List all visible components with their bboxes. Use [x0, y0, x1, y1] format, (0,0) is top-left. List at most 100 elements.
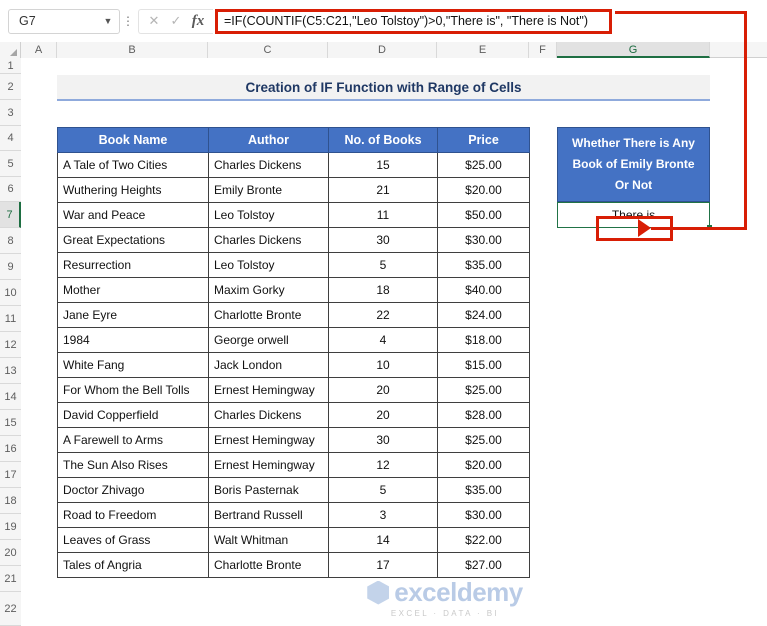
table-cell[interactable]: 12 [328, 452, 438, 478]
table-cell[interactable]: 30 [328, 427, 438, 453]
table-cell[interactable]: Leo Tolstoy [208, 252, 329, 278]
table-cell[interactable]: Wuthering Heights [57, 177, 209, 203]
row-header-18[interactable]: 18 [0, 488, 21, 514]
row-header-5[interactable]: 5 [0, 151, 21, 177]
table-cell[interactable]: $35.00 [437, 477, 530, 503]
cancel-icon[interactable]: ✕ [143, 13, 165, 29]
table-cell[interactable]: 10 [328, 352, 438, 378]
table-cell[interactable]: For Whom the Bell Tolls [57, 377, 209, 403]
row-header-22[interactable]: 22 [0, 592, 21, 626]
formula-input[interactable]: =IF(COUNTIF(C5:C21,"Leo Tolstoy")>0,"The… [215, 8, 612, 34]
row-header-20[interactable]: 20 [0, 540, 21, 566]
table-cell[interactable]: War and Peace [57, 202, 209, 228]
table-cell[interactable]: $35.00 [437, 252, 530, 278]
column-header-a[interactable]: A [21, 42, 57, 58]
table-cell[interactable]: Maxim Gorky [208, 277, 329, 303]
table-cell[interactable]: Ernest Hemingway [208, 427, 329, 453]
table-cell[interactable]: David Copperfield [57, 402, 209, 428]
table-cell[interactable]: $22.00 [437, 527, 530, 553]
table-cell[interactable]: $28.00 [437, 402, 530, 428]
table-cell[interactable]: $20.00 [437, 452, 530, 478]
name-box[interactable]: G7 ▼ [8, 8, 120, 34]
row-header-2[interactable]: 2 [0, 74, 21, 100]
chevron-down-icon[interactable]: ▼ [97, 16, 119, 26]
table-cell[interactable]: $30.00 [437, 227, 530, 253]
table-cell[interactable]: $18.00 [437, 327, 530, 353]
table-cell[interactable]: 21 [328, 177, 438, 203]
table-cell[interactable]: $25.00 [437, 377, 530, 403]
table-cell[interactable]: $24.00 [437, 302, 530, 328]
table-cell[interactable]: White Fang [57, 352, 209, 378]
row-header-10[interactable]: 10 [0, 280, 21, 306]
insert-function-icon[interactable]: fx [187, 13, 209, 30]
table-cell[interactable]: Bertrand Russell [208, 502, 329, 528]
table-cell[interactable]: 15 [328, 152, 438, 178]
table-cell[interactable]: $15.00 [437, 352, 530, 378]
table-cell[interactable]: 18 [328, 277, 438, 303]
row-header-9[interactable]: 9 [0, 254, 21, 280]
column-header-g[interactable]: G [557, 42, 710, 58]
column-header-e[interactable]: E [437, 42, 529, 58]
column-header-d[interactable]: D [328, 42, 437, 58]
table-cell[interactable]: $50.00 [437, 202, 530, 228]
table-cell[interactable]: Jane Eyre [57, 302, 209, 328]
row-header-6[interactable]: 6 [0, 177, 21, 202]
row-header-8[interactable]: 8 [0, 228, 21, 254]
table-cell[interactable]: 20 [328, 402, 438, 428]
table-cell[interactable]: 3 [328, 502, 438, 528]
row-header-4[interactable]: 4 [0, 126, 21, 151]
table-cell[interactable]: Ernest Hemingway [208, 377, 329, 403]
table-cell[interactable]: 5 [328, 477, 438, 503]
row-header-3[interactable]: 3 [0, 100, 21, 126]
row-header-13[interactable]: 13 [0, 358, 21, 384]
row-header-21[interactable]: 21 [0, 566, 21, 592]
table-cell[interactable]: $20.00 [437, 177, 530, 203]
table-cell[interactable]: Charlotte Bronte [208, 552, 329, 578]
row-header-12[interactable]: 12 [0, 332, 21, 358]
table-cell[interactable]: A Tale of Two Cities [57, 152, 209, 178]
table-cell[interactable]: $25.00 [437, 427, 530, 453]
table-cell[interactable]: Walt Whitman [208, 527, 329, 553]
table-cell[interactable]: Road to Freedom [57, 502, 209, 528]
table-cell[interactable]: 14 [328, 527, 438, 553]
row-header-16[interactable]: 16 [0, 436, 21, 462]
confirm-check-icon[interactable]: ✓ [165, 13, 187, 29]
table-cell[interactable]: Boris Pasternak [208, 477, 329, 503]
table-cell[interactable]: Mother [57, 277, 209, 303]
table-cell[interactable]: Resurrection [57, 252, 209, 278]
table-cell[interactable]: $27.00 [437, 552, 530, 578]
row-header-14[interactable]: 14 [0, 384, 21, 410]
table-cell[interactable]: $25.00 [437, 152, 530, 178]
column-header-c[interactable]: C [208, 42, 328, 58]
table-cell[interactable]: Doctor Zhivago [57, 477, 209, 503]
table-cell[interactable]: Charles Dickens [208, 152, 329, 178]
table-cell[interactable]: Leaves of Grass [57, 527, 209, 553]
column-header-f[interactable]: F [529, 42, 557, 58]
row-header-7[interactable]: 7 [0, 202, 21, 228]
table-cell[interactable]: $30.00 [437, 502, 530, 528]
row-header-17[interactable]: 17 [0, 462, 21, 488]
table-cell[interactable]: A Farewell to Arms [57, 427, 209, 453]
table-cell[interactable]: Ernest Hemingway [208, 452, 329, 478]
table-cell[interactable]: 4 [328, 327, 438, 353]
select-all-corner[interactable] [0, 42, 21, 58]
table-cell[interactable]: Charles Dickens [208, 227, 329, 253]
row-header-1[interactable]: 1 [0, 58, 21, 74]
table-cell[interactable]: 30 [328, 227, 438, 253]
table-cell[interactable]: The Sun Also Rises [57, 452, 209, 478]
table-cell[interactable]: 11 [328, 202, 438, 228]
table-cell[interactable]: $40.00 [437, 277, 530, 303]
table-cell[interactable]: Jack London [208, 352, 329, 378]
table-cell[interactable]: Great Expectations [57, 227, 209, 253]
table-cell[interactable]: Charles Dickens [208, 402, 329, 428]
table-cell[interactable]: Charlotte Bronte [208, 302, 329, 328]
table-cell[interactable]: George orwell [208, 327, 329, 353]
row-header-11[interactable]: 11 [0, 306, 21, 332]
table-cell[interactable]: Leo Tolstoy [208, 202, 329, 228]
more-options-icon[interactable]: ⋮ [120, 15, 136, 27]
table-cell[interactable]: 17 [328, 552, 438, 578]
table-cell[interactable]: 20 [328, 377, 438, 403]
table-cell[interactable]: Emily Bronte [208, 177, 329, 203]
table-cell[interactable]: 5 [328, 252, 438, 278]
table-cell[interactable]: 1984 [57, 327, 209, 353]
